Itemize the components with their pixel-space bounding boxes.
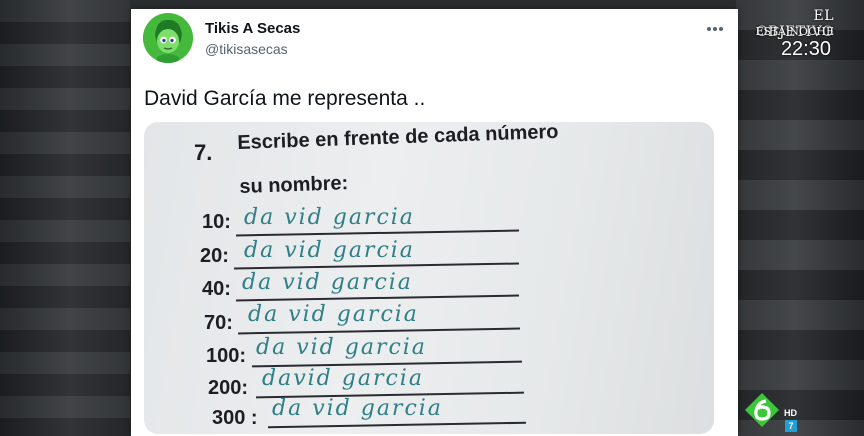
handwritten-answer: david garcia bbox=[262, 366, 424, 391]
display-name[interactable]: Tikis A Secas bbox=[205, 20, 300, 37]
row-number: 40: bbox=[202, 278, 231, 300]
handwritten-answer: da vid garcia bbox=[244, 238, 415, 263]
hd-badge: HD bbox=[784, 408, 797, 418]
more-options-button[interactable] bbox=[703, 17, 727, 41]
row-number: 300 : bbox=[212, 407, 258, 429]
answer-line bbox=[234, 262, 519, 270]
question-number: 7. bbox=[194, 140, 213, 165]
handwritten-answer: da vid garcia bbox=[242, 270, 413, 295]
handwritten-answer: da vid garcia bbox=[256, 335, 427, 360]
row-number: 20: bbox=[200, 245, 229, 267]
tweet-text: David García me representa .. bbox=[144, 87, 426, 110]
channel-number-badge: 7 bbox=[785, 420, 797, 432]
question-text-line2: su nombre: bbox=[239, 172, 349, 198]
answer-line bbox=[268, 421, 526, 429]
more-horizontal-icon bbox=[707, 27, 723, 31]
la-sexta-logo-icon bbox=[745, 393, 779, 427]
green-cartoon-avatar-icon bbox=[143, 13, 193, 63]
tweet-photo[interactable]: 7. Escribe en frente de cada número su n… bbox=[144, 122, 714, 434]
user-handle[interactable]: @tikisasecas bbox=[205, 41, 288, 57]
row-number: 10: bbox=[202, 211, 231, 233]
channel-logo bbox=[744, 392, 780, 428]
row-number: 200: bbox=[208, 377, 249, 399]
handwritten-answer: da vid garcia bbox=[272, 396, 443, 421]
show-subtitle: ESTA NOCHE bbox=[755, 25, 834, 38]
row-number: 100: bbox=[206, 345, 247, 367]
tweet-card[interactable]: Tikis A Secas @tikisasecas David García … bbox=[131, 9, 738, 436]
handwritten-answer: da vid garcia bbox=[248, 302, 419, 327]
row-number: 70: bbox=[204, 312, 233, 334]
answer-line bbox=[238, 327, 520, 335]
broadcast-time: 22:30 bbox=[780, 38, 831, 60]
answer-line bbox=[236, 294, 519, 302]
answer-line bbox=[236, 229, 519, 237]
handwritten-answer: da vid garcia bbox=[244, 205, 415, 230]
question-text: Escribe en frente de cada número bbox=[237, 122, 559, 154]
avatar[interactable] bbox=[143, 13, 193, 63]
